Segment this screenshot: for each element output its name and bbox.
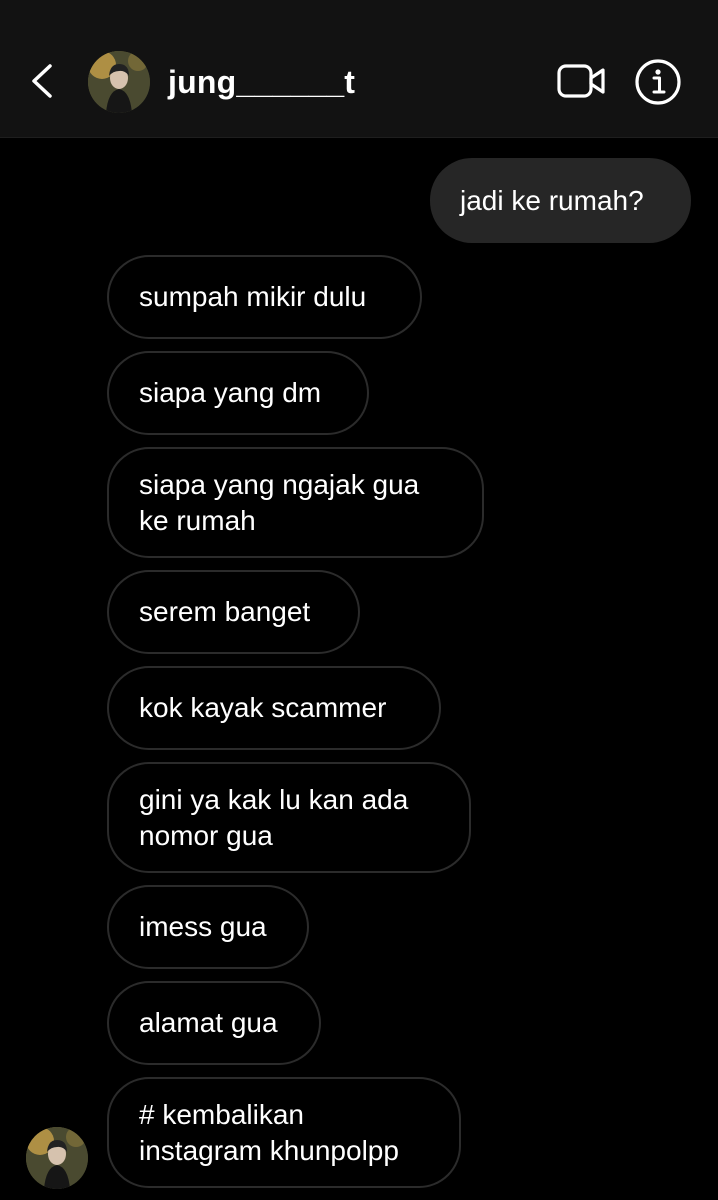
info-icon [635,59,681,105]
message-bubble-incoming[interactable]: kok kayak scammer [107,666,441,750]
message-bubble-incoming[interactable]: imess gua [107,885,309,969]
message-bubble-incoming[interactable]: # kembalikan instagram khunpolpp [107,1077,461,1188]
back-button[interactable] [22,58,62,104]
video-call-button[interactable] [556,60,608,104]
avatar[interactable] [88,51,150,113]
sender-avatar[interactable] [26,1127,88,1189]
avatar-photo [88,51,150,113]
message-bubble-incoming[interactable]: gini ya kak lu kan ada nomor gua [107,762,471,873]
video-call-icon [557,64,605,98]
chevron-left-icon [32,64,52,98]
message-bubble-incoming[interactable]: sumpah mikir dulu [107,255,422,339]
message-bubble-incoming[interactable]: siapa yang dm [107,351,369,435]
message-bubble-outgoing[interactable]: jadi ke rumah? [430,158,691,243]
chat-username[interactable]: jung______t [168,64,355,100]
message-bubble-incoming[interactable]: alamat gua [107,981,321,1065]
message-bubble-incoming[interactable]: serem banget [107,570,360,654]
chat-header: jung______t [0,0,718,138]
avatar-photo [26,1127,88,1189]
info-button[interactable] [634,58,682,106]
message-bubble-incoming[interactable]: siapa yang ngajak gua ke rumah [107,447,484,558]
